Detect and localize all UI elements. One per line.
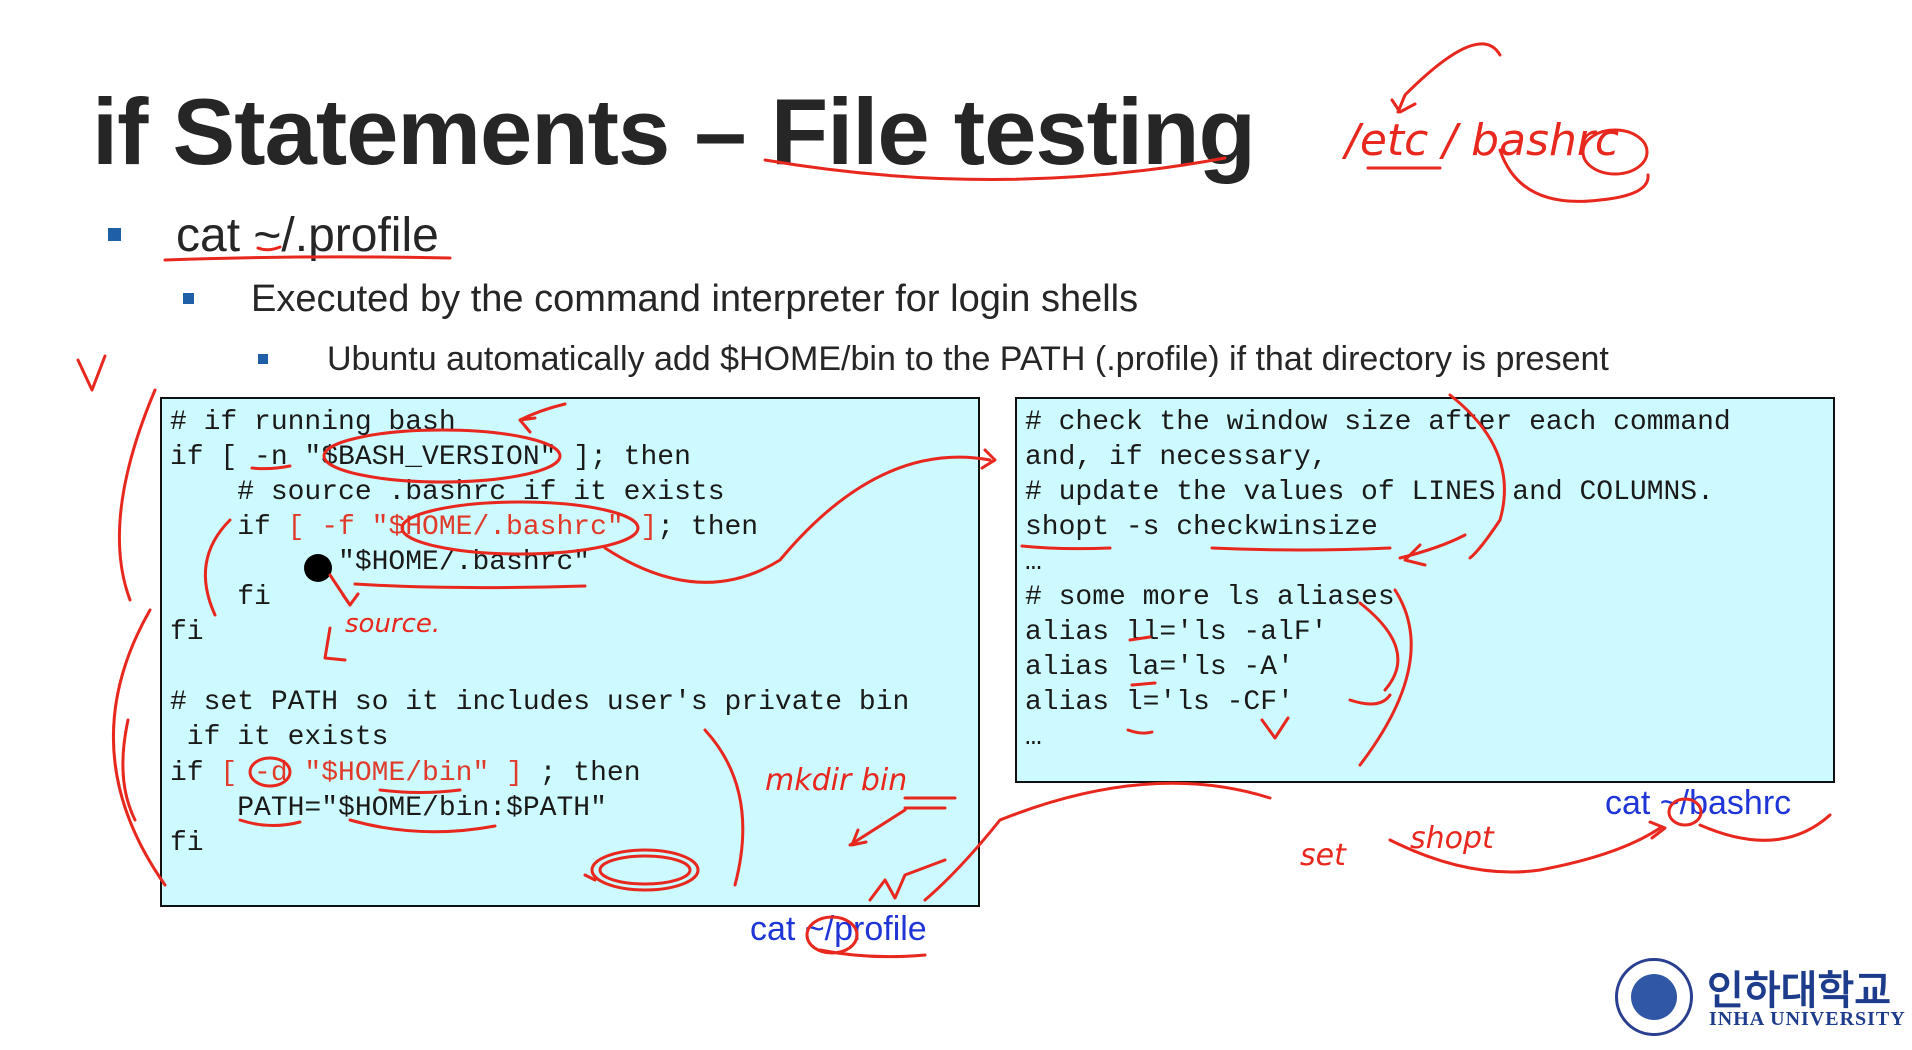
- bullet-marker-level1: [108, 228, 121, 241]
- svg-text:shopt: shopt: [1410, 821, 1495, 856]
- university-logo: 인하대학교 INHA UNIVERSITY: [1615, 958, 1905, 1038]
- code-line: # some more ls aliases: [1025, 582, 1395, 613]
- code-line: . "$HOME/.bashrc": [170, 547, 591, 578]
- bullet-level2: Executed by the command interpreter for …: [251, 278, 1139, 320]
- code-line: fi: [170, 828, 204, 859]
- code-line: and, if necessary,: [1025, 442, 1328, 473]
- code-line: # set PATH so it includes user's private…: [170, 687, 910, 718]
- code-line: shopt -s checkwinsize: [1025, 512, 1378, 543]
- logo-english-name: INHA UNIVERSITY: [1709, 1008, 1906, 1030]
- slide: if Statements – File testing cat ~/.prof…: [0, 0, 1912, 1050]
- bullet-marker-level2: [183, 293, 194, 304]
- code-line: # source .bashrc if it exists: [170, 477, 725, 508]
- code-fragment: ; then: [657, 512, 759, 543]
- code-fragment-test: [ -d "$HOME/bin" ]: [220, 758, 523, 789]
- code-line: if [ -f "$HOME/.bashrc" ]; then: [170, 510, 758, 545]
- code-fragment: if: [170, 758, 221, 789]
- caption-bashrc: cat ~/bashrc: [1605, 784, 1792, 822]
- code-line: PATH="$HOME/bin:$PATH": [170, 793, 607, 824]
- code-line: alias la='ls -A': [1025, 652, 1294, 683]
- code-line: …: [1025, 547, 1042, 578]
- code-line: # check the window size after each comma…: [1025, 407, 1731, 438]
- bashrc-code-box: # check the window size after each comma…: [1015, 397, 1835, 783]
- profile-code-box: # if running bash if [ -n "$BASH_VERSION…: [160, 397, 980, 907]
- code-line: # if running bash: [170, 407, 456, 438]
- code-line: …: [1025, 722, 1042, 753]
- code-line: alias l='ls -CF': [1025, 687, 1294, 718]
- bullet-marker-level3: [258, 354, 268, 364]
- code-line: # update the values of LINES and COLUMNS…: [1025, 477, 1714, 508]
- code-line: if [ -d "$HOME/bin" ] ; then: [170, 756, 641, 791]
- university-seal-icon: [1615, 958, 1693, 1036]
- bullet-level1: cat ~/.profile: [176, 209, 439, 262]
- code-line: fi: [170, 617, 204, 648]
- caption-profile: cat ~/profile: [750, 910, 927, 948]
- code-line: fi: [170, 582, 271, 613]
- code-line: alias ll='ls -alF': [1025, 617, 1328, 648]
- code-fragment: ; then: [522, 758, 641, 789]
- svg-text:set: set: [1300, 838, 1347, 873]
- bullet-level3: Ubuntu automatically add $HOME/bin to th…: [327, 340, 1609, 378]
- code-fragment: if: [170, 512, 288, 543]
- code-line: if [ -n "$BASH_VERSION" ]; then: [170, 442, 691, 473]
- code-fragment-test: [ -f "$HOME/.bashrc" ]: [287, 512, 658, 543]
- slide-title: if Statements – File testing: [92, 79, 1256, 184]
- code-line: if it exists: [170, 722, 389, 753]
- svg-text:/etc / bashrc: /etc / bashrc: [1341, 115, 1619, 166]
